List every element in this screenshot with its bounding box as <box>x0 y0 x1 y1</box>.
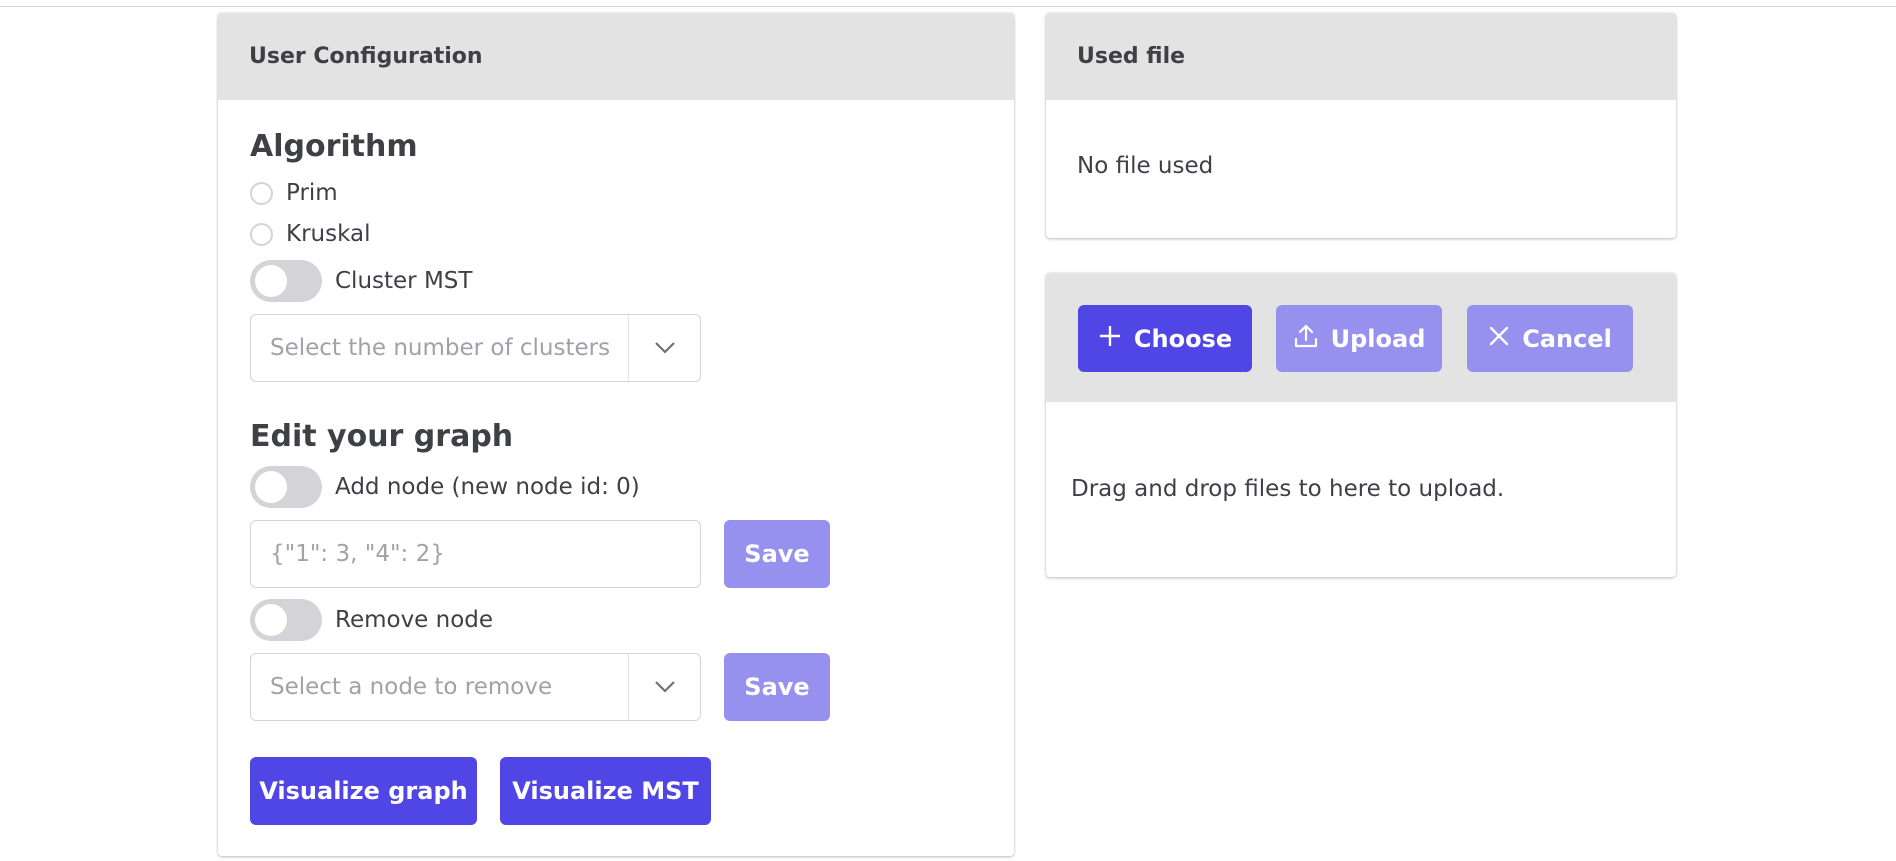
algorithm-title: Algorithm <box>250 129 418 164</box>
cluster-mst-toggle-row[interactable]: Cluster MST <box>250 260 472 302</box>
used-file-status: No file used <box>1077 153 1214 179</box>
radio-kruskal-label: Kruskal <box>286 221 371 247</box>
visualize-graph-button[interactable]: Visualize graph <box>250 757 477 825</box>
remove-node-save-button[interactable]: Save <box>724 653 830 721</box>
cluster-count-placeholder: Select the number of clusters <box>270 335 611 361</box>
radio-prim[interactable]: Prim <box>250 180 338 206</box>
cluster-mst-label: Cluster MST <box>335 268 473 294</box>
choose-button[interactable]: Choose <box>1078 305 1252 372</box>
remove-node-toggle-row[interactable]: Remove node <box>250 599 493 641</box>
cancel-label: Cancel <box>1522 324 1612 353</box>
remove-node-label: Remove node <box>335 607 494 633</box>
used-file-panel: Used file No file used <box>1046 13 1676 238</box>
used-file-header: Used file <box>1046 13 1676 100</box>
choose-label: Choose <box>1133 324 1233 353</box>
user-configuration-panel: User Configuration Algorithm Prim Kruska… <box>218 13 1014 856</box>
remove-node-select[interactable]: Select a node to remove <box>250 653 701 721</box>
chevron-down-icon[interactable] <box>628 654 700 720</box>
radio-prim-label: Prim <box>286 180 338 206</box>
top-divider <box>0 6 1896 7</box>
cancel-button[interactable]: Cancel <box>1467 305 1633 372</box>
add-node-toggle-row[interactable]: Add node (new node id: 0) <box>250 466 640 508</box>
cluster-mst-toggle[interactable] <box>250 260 322 302</box>
add-node-toggle[interactable] <box>250 466 322 508</box>
upload-icon <box>1293 323 1319 355</box>
chevron-down-icon[interactable] <box>628 315 700 381</box>
add-node-save-button[interactable]: Save <box>724 520 830 588</box>
plus-icon <box>1098 324 1122 354</box>
file-upload-panel: Choose Upload Cancel Drag and drop files… <box>1046 273 1676 577</box>
toggle-knob <box>255 471 287 503</box>
add-node-input[interactable] <box>250 520 701 588</box>
upload-label: Upload <box>1330 324 1426 353</box>
toggle-knob <box>255 265 287 297</box>
x-icon <box>1488 325 1510 353</box>
dropzone-text[interactable]: Drag and drop files to here to upload. <box>1071 476 1504 502</box>
toggle-knob <box>255 604 287 636</box>
remove-node-placeholder: Select a node to remove <box>270 674 553 700</box>
cluster-count-select[interactable]: Select the number of clusters <box>250 314 701 382</box>
radio-circle[interactable] <box>250 181 273 205</box>
remove-node-toggle[interactable] <box>250 599 322 641</box>
upload-toolbar: Choose Upload Cancel <box>1046 273 1676 402</box>
add-node-label: Add node (new node id: 0) <box>335 474 640 500</box>
radio-kruskal[interactable]: Kruskal <box>250 221 371 247</box>
upload-button[interactable]: Upload <box>1276 305 1442 372</box>
user-configuration-header: User Configuration <box>218 13 1014 100</box>
visualize-mst-button[interactable]: Visualize MST <box>500 757 711 825</box>
edit-graph-title: Edit your graph <box>250 419 514 454</box>
radio-circle[interactable] <box>250 222 273 246</box>
